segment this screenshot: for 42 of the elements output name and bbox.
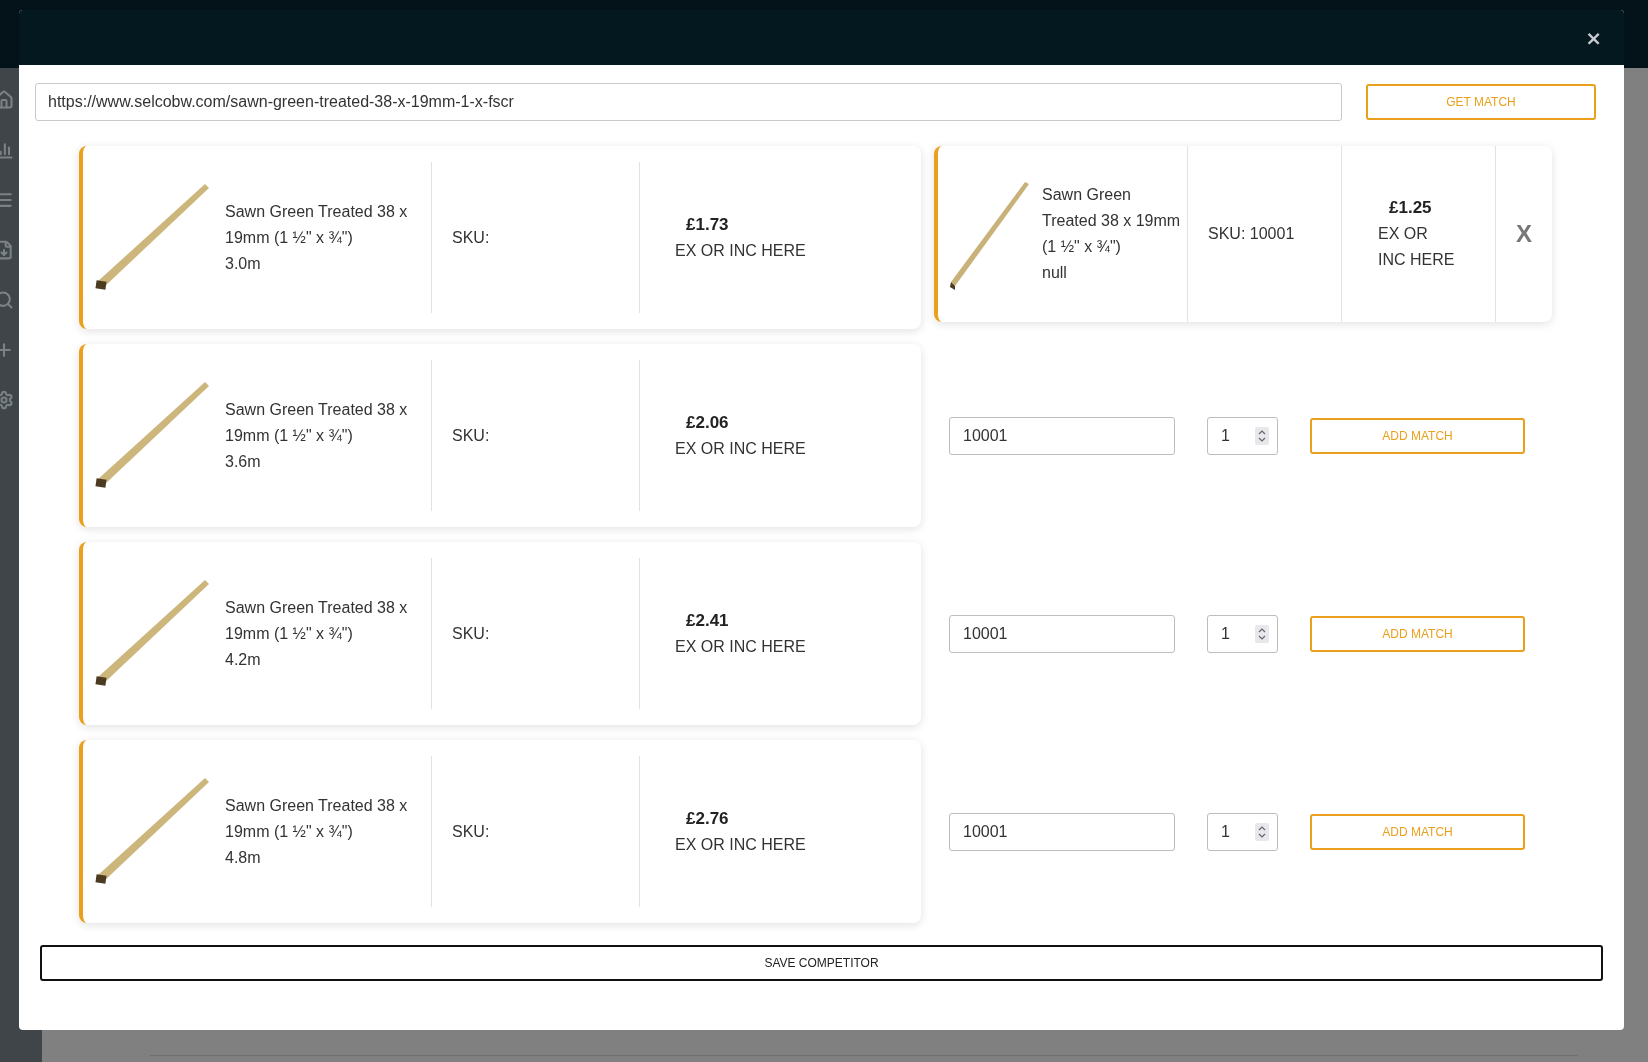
product-price: £1.73 xyxy=(685,213,730,236)
sku-input[interactable]: 10001 xyxy=(949,416,1175,455)
match-name: Sawn Green Treated 38 x 19mm (1 ½" x ¾") xyxy=(1042,185,1182,257)
plus-icon[interactable] xyxy=(0,340,14,360)
match-sku: SKU: 10001 xyxy=(1208,224,1296,244)
sku-input[interactable]: 10001 xyxy=(949,614,1175,653)
bar-chart-icon[interactable] xyxy=(0,140,14,160)
quantity-input[interactable]: 1 xyxy=(1207,614,1278,653)
product-name: Sawn Green Treated 38 x 19mm (1 ½" x ¾") xyxy=(225,597,409,644)
settings-icon[interactable] xyxy=(0,390,14,410)
product-price: £2.41 xyxy=(685,609,730,632)
price-note: EX OR INC HERE xyxy=(675,240,807,261)
home-icon[interactable] xyxy=(0,90,14,110)
price-note: EX OR INC HERE xyxy=(675,438,807,459)
product-sku: SKU: xyxy=(452,425,491,446)
product-length: 4.8m xyxy=(225,847,262,868)
save-competitor-button[interactable]: SAVE COMPETITOR xyxy=(40,945,1603,981)
product-sku: SKU: xyxy=(452,227,491,248)
product-name: Sawn Green Treated 38 x 19mm (1 ½" x ¾") xyxy=(225,795,409,842)
product-length: 4.2m xyxy=(225,649,262,670)
product-sku: SKU: xyxy=(452,623,491,644)
sku-input[interactable]: 10001 xyxy=(949,812,1175,851)
match-length: null xyxy=(1042,263,1068,283)
product-length: 3.0m xyxy=(225,253,262,274)
product-length: 3.6m xyxy=(225,451,262,472)
close-button[interactable]: × xyxy=(1581,27,1606,48)
search-icon[interactable] xyxy=(0,290,14,310)
price-note: EX OR INC HERE xyxy=(675,834,807,855)
price-note: EX OR INC HERE xyxy=(675,636,807,657)
quantity-input[interactable]: 1 xyxy=(1207,416,1278,455)
remove-match-button[interactable]: X xyxy=(1495,146,1552,322)
product-sku: SKU: xyxy=(452,821,491,842)
product-name: Sawn Green Treated 38 x 19mm (1 ½" x ¾") xyxy=(225,201,409,248)
file-download-icon[interactable] xyxy=(0,240,14,260)
product-name: Sawn Green Treated 38 x 19mm (1 ½" x ¾") xyxy=(225,399,409,446)
product-price: £2.76 xyxy=(685,807,730,830)
match-price: £1.25 xyxy=(1388,197,1433,219)
url-input[interactable]: https://www.selcobw.com/sawn-green-treated-38-x-19mm-1-x-fscr xyxy=(35,83,1342,121)
product-price: £2.06 xyxy=(685,411,730,434)
menu-icon[interactable] xyxy=(0,190,14,210)
price-note: EX OR INC HERE xyxy=(1378,224,1456,270)
quantity-input[interactable]: 1 xyxy=(1207,812,1278,851)
